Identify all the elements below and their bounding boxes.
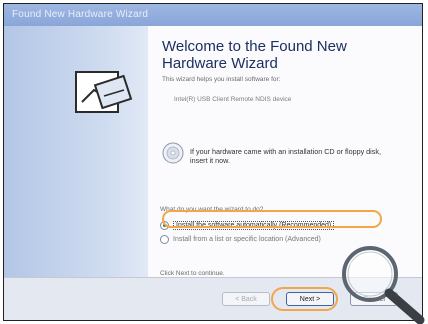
option-highlight-ring (162, 210, 382, 228)
magnifier-icon (342, 246, 425, 324)
window-title: Found New Hardware Wizard (12, 9, 149, 20)
device-name: Intel(R) USB Client Remote NDIS device (174, 96, 292, 103)
cd-hint: If your hardware came with an installati… (190, 147, 381, 165)
option-label: Install from a list or specific location… (173, 236, 321, 243)
back-button[interactable]: < Back (222, 292, 270, 306)
next-highlight-ring (271, 287, 338, 311)
cd-icon (162, 142, 184, 164)
intro-text: This wizard helps you install software f… (162, 76, 281, 83)
wizard-side-panel (4, 26, 148, 278)
wizard-heading: Welcome to the Found New Hardware Wizard (162, 38, 347, 72)
title-bar[interactable]: Found New Hardware Wizard (4, 4, 422, 26)
hardware-icon (75, 71, 133, 113)
option-install-from-list[interactable]: Install from a list or specific location… (160, 235, 321, 244)
radio-button[interactable] (160, 235, 169, 244)
continue-hint: Click Next to continue. (160, 270, 225, 277)
